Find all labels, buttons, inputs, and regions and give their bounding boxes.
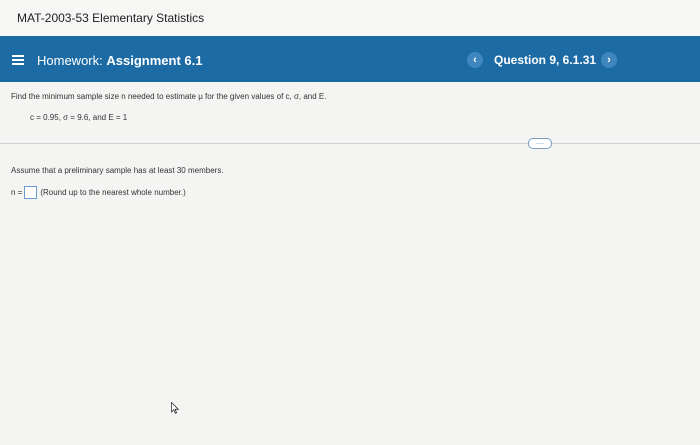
course-title: MAT-2003-53 Elementary Statistics: [17, 11, 205, 25]
assumption-text: Assume that a preliminary sample has at …: [11, 166, 224, 175]
question-prompt: Find the minimum sample size n needed to…: [11, 92, 327, 101]
previous-question-button[interactable]: ‹: [467, 52, 483, 68]
homework-title: Homework: Assignment 6.1: [37, 53, 202, 68]
answer-input[interactable]: [24, 186, 38, 199]
question-panel: [0, 82, 700, 445]
mouse-cursor-icon: [171, 402, 179, 414]
question-label: Question 9, 6.1.31: [494, 53, 597, 67]
course-bar: MAT-2003-53 Elementary Statistics: [0, 0, 700, 36]
answer-hint: (Round up to the nearest whole number.): [40, 188, 186, 197]
assignment-name: Assignment 6.1: [106, 53, 203, 68]
divider: [0, 143, 700, 144]
answer-prefix: n =: [11, 188, 23, 197]
menu-icon[interactable]: [12, 55, 24, 65]
answer-row: n = (Round up to the nearest whole numbe…: [11, 186, 186, 199]
homework-prefix: Homework:: [37, 53, 103, 68]
more-button[interactable]: ....: [528, 138, 552, 149]
given-values: c = 0.95, σ = 9.6, and E = 1: [30, 113, 128, 122]
next-question-button[interactable]: ›: [601, 52, 617, 68]
